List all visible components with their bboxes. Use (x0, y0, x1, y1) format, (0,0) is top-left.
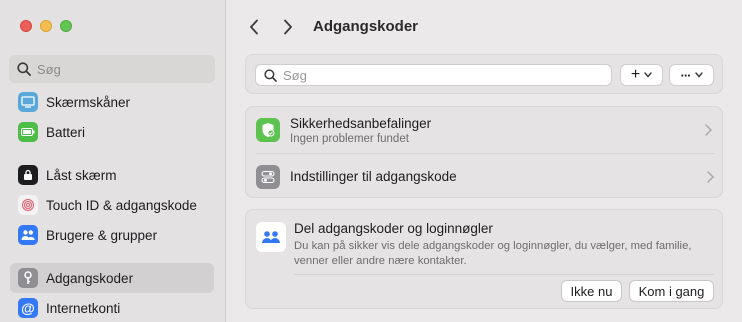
share-passwords-card: Del adgangskoder og loginnøgler Du kan p… (245, 209, 723, 309)
fingerprint-icon (18, 195, 38, 215)
sidebar-item-lock-screen[interactable]: Låst skærm (10, 160, 214, 190)
close-window-button[interactable] (20, 20, 32, 32)
at-icon: @ (18, 298, 38, 318)
main-content: Adgangskoder + ··· Sikkerhedsanbefalinge… (227, 0, 742, 322)
share-title: Del adgangskoder og loginnøgler (294, 221, 493, 236)
chevron-right-icon (705, 124, 712, 136)
sidebar-item-label: Låst skærm (46, 167, 117, 183)
plus-icon: + (630, 66, 641, 83)
security-title: Sikkerhedsanbefalinger (290, 115, 432, 131)
add-password-button[interactable]: + (620, 64, 663, 86)
sidebar-item-label: Touch ID & adgangskode (46, 197, 197, 213)
sidebar-item-battery[interactable]: Batteri (10, 117, 214, 147)
share-description: Du kan på sikker vis dele adgangskoder o… (294, 240, 692, 267)
chevron-down-icon (644, 72, 652, 78)
zoom-window-button[interactable] (60, 20, 72, 32)
battery-icon (18, 122, 38, 142)
sidebar-item-screensaver[interactable]: Skærmskåner (10, 87, 214, 117)
chevron-right-icon (707, 171, 714, 183)
users-icon (256, 222, 286, 252)
lock-screen-icon (18, 165, 38, 185)
screensaver-icon (18, 92, 38, 112)
sidebar-item-users-groups[interactable]: Brugere & grupper (10, 220, 214, 250)
not-now-button[interactable]: Ikke nu (561, 280, 622, 302)
sidebar-item-label: Internetkonti (46, 300, 121, 316)
passwords-search-field[interactable] (255, 64, 612, 86)
more-options-button[interactable]: ··· (669, 64, 714, 86)
sidebar-item-passwords[interactable]: Adgangskoder (10, 263, 214, 293)
search-icon (17, 62, 31, 76)
sidebar-item-label: Brugere & grupper (46, 227, 158, 243)
sidebar: Skærmskåner Batteri Låst skærm Touch ID … (0, 0, 226, 322)
sidebar-item-label: Adgangskoder (46, 270, 134, 286)
password-options-title: Indstillinger til adgangskode (290, 169, 457, 184)
chevron-right-icon (284, 19, 292, 35)
passwords-toolbar: + ··· (245, 54, 723, 94)
sidebar-item-label: Batteri (46, 124, 86, 140)
divider (294, 274, 714, 275)
password-options-row[interactable]: Indstillinger til adgangskode (256, 153, 714, 199)
get-started-button[interactable]: Kom i gang (629, 280, 714, 302)
ellipsis-icon: ··· (680, 67, 692, 83)
users-icon (18, 225, 38, 245)
chevron-down-icon (694, 72, 703, 78)
back-button[interactable] (244, 16, 264, 38)
sidebar-search-field[interactable] (9, 55, 215, 83)
toggles-icon (256, 164, 280, 189)
sidebar-item-label: Skærmskåner (46, 94, 131, 110)
forward-button[interactable] (278, 16, 298, 38)
chevron-left-icon (250, 19, 258, 35)
key-icon (18, 268, 38, 288)
sidebar-item-touch-id[interactable]: Touch ID & adgangskode (10, 190, 214, 220)
shield-icon (256, 118, 280, 142)
page-title: Adgangskoder (313, 18, 419, 35)
security-subtitle: Ingen problemer fundet (290, 132, 409, 145)
sidebar-search-input[interactable] (37, 61, 207, 77)
settings-card: Sikkerhedsanbefalinger Ingen problemer f… (245, 106, 723, 198)
passwords-search-input[interactable] (283, 67, 603, 83)
sidebar-item-internet-accounts[interactable]: @ Internetkonti (10, 293, 214, 322)
window-controls (20, 20, 72, 32)
minimize-window-button[interactable] (40, 20, 52, 32)
search-icon (264, 68, 277, 82)
security-recommendations-row[interactable]: Sikkerhedsanbefalinger Ingen problemer f… (246, 107, 722, 153)
